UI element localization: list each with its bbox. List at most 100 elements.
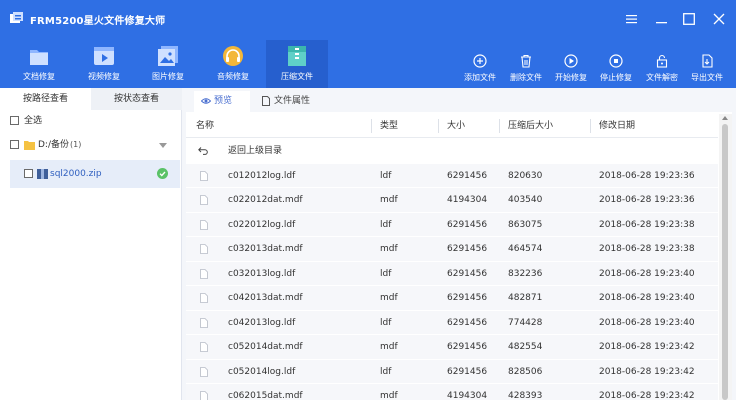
table-row[interactable]: c042013dat.mdf mdf 6291456 482871 2018-06-28… [186,286,718,311]
file-icon [200,366,208,377]
file-icon [200,244,208,254]
archive-icon [288,46,306,66]
tab-by-status[interactable]: 按状态查看 [91,88,182,110]
col-type[interactable]: 类型 [380,114,398,138]
cell-name: c042013log.ldf [228,317,296,328]
col-name[interactable]: 名称 [196,114,214,138]
cell-compressed-size: 774428 [508,317,543,328]
stop-repair-icon [609,54,623,68]
select-all-row[interactable]: 全选 [0,110,182,132]
maximize-button[interactable] [680,10,698,28]
cell-modified-date: 2018-06-28 19:23:36 [599,195,695,205]
cell-modified-date: 2018-06-28 19:23:36 [599,170,695,181]
tool-archive[interactable]: 压缩文件 [266,40,328,88]
col-modified-date[interactable]: 修改日期 [599,114,635,138]
cell-compressed-size: 832236 [508,268,543,279]
decrypt-button[interactable]: 文件解密 [639,54,685,86]
col-compressed-size[interactable]: 压缩后大小 [508,114,553,138]
cell-size: 4194304 [447,391,488,400]
cell-size: 6291456 [447,342,488,352]
col-size[interactable]: 大小 [447,114,465,138]
start-repair-icon [564,54,578,68]
app-title: FRM5200星火文件修复大师 [30,16,166,27]
chevron-down-icon[interactable] [159,143,167,148]
top-bar: FRM5200星火文件修复大师 文档修复 视频修复 图片修复 音频修复 压缩文件… [0,0,736,88]
right-panel: 预览 文件属性 名称 类型 大小 压缩后大小 修改日期 返回上级目录 c0120… [186,88,732,400]
tab-file-properties[interactable]: 文件属性 [254,91,334,112]
title-bar: FRM5200星火文件修复大师 [0,0,736,38]
cell-type: ldf [380,317,392,328]
table-row[interactable]: c052014dat.mdf mdf 6291456 482554 2018-06-28… [186,335,718,360]
drive-checkbox[interactable] [10,140,19,149]
tool-image-repair[interactable]: 图片修复 [137,44,199,88]
tab-by-path[interactable]: 按路径查看 [0,88,91,110]
cell-compressed-size: 820630 [508,170,543,181]
eye-icon [201,98,211,104]
start-repair-button[interactable]: 开始修复 [548,54,594,86]
tree-drive-row[interactable]: D:/备份 (1) [0,134,182,156]
cell-size: 6291456 [447,317,488,328]
decrypt-icon [656,54,668,68]
scroll-up-icon[interactable] [722,116,728,120]
cell-type: ldf [380,268,392,279]
file-icon [200,391,208,400]
cell-modified-date: 2018-06-28 19:23:38 [599,244,695,254]
cell-name: c052014dat.mdf [228,342,303,352]
export-icon [702,54,713,68]
cell-modified-date: 2018-06-28 19:23:42 [599,342,695,352]
stop-repair-button[interactable]: 停止修复 [593,54,639,86]
cell-compressed-size: 482554 [508,342,543,352]
file-icon [200,317,208,328]
tree-file-row[interactable]: sql2000.zip [10,160,180,188]
file-icon [200,195,208,205]
table-row[interactable]: c052014log.ldf ldf 6291456 828506 2018-06-28… [186,359,718,384]
cell-type: mdf [380,244,398,254]
tab-preview[interactable]: 预览 [194,91,250,112]
drive-count: (1) [70,140,82,149]
add-file-button[interactable]: 添加文件 [457,54,503,86]
table-row[interactable]: c022012log.ldf ldf 6291456 863075 2018-06-28… [186,212,718,237]
select-all-checkbox[interactable] [10,116,19,125]
table-row[interactable]: c042013log.ldf ldf 6291456 774428 2018-06-28… [186,310,718,335]
file-checkbox[interactable] [24,169,33,178]
cell-name: c022012dat.mdf [228,195,303,205]
back-label: 返回上级目录 [228,146,283,156]
file-properties-icon [262,96,270,106]
cell-name: c032013log.ldf [228,268,296,279]
close-button[interactable] [710,10,728,28]
tool-video-repair[interactable]: 视频修复 [73,44,135,88]
cell-size: 6291456 [447,268,488,279]
menu-button[interactable] [622,10,640,28]
image-repair-icon [158,46,178,66]
file-label: sql2000.zip [50,169,102,179]
minimize-button[interactable] [652,10,670,28]
tab-file-properties-label: 文件属性 [274,96,311,106]
file-icon [200,342,208,352]
select-all-label: 全选 [24,116,43,126]
cell-size: 4194304 [447,195,488,205]
table-row[interactable]: c012012log.ldf ldf 6291456 820630 2018-06-28… [186,163,718,188]
cell-type: ldf [380,219,392,230]
tool-document-repair[interactable]: 文档修复 [8,44,70,88]
vertical-scrollbar[interactable] [719,114,732,400]
table-row[interactable]: c022012dat.mdf mdf 4194304 403540 2018-06-28… [186,188,718,213]
right-tabs: 预览 文件属性 [186,88,732,112]
table-row[interactable]: c032013dat.mdf mdf 6291456 464574 2018-06-28… [186,237,718,262]
cell-compressed-size: 482871 [508,293,543,303]
table-row[interactable]: c062015dat.mdf mdf 4194304 428393 2018-06-28… [186,384,718,400]
minimize-icon [655,22,667,24]
cell-modified-date: 2018-06-28 19:23:40 [599,293,695,303]
audio-repair-icon [223,46,243,66]
cell-name: c022012log.ldf [228,219,296,230]
delete-file-button[interactable]: 删除文件 [503,54,549,86]
tool-audio-repair[interactable]: 音频修复 [202,44,264,88]
table-row[interactable]: c032013log.ldf ldf 6291456 832236 2018-06-28… [186,261,718,286]
return-icon [198,147,208,155]
document-repair-icon [30,50,48,65]
add-file-icon [473,54,487,68]
cell-compressed-size: 403540 [508,195,543,205]
back-row[interactable]: 返回上级目录 [186,139,718,164]
export-button[interactable]: 导出文件 [684,54,730,86]
cell-modified-date: 2018-06-28 19:23:40 [599,268,695,279]
scrollbar-thumb[interactable] [722,124,728,400]
